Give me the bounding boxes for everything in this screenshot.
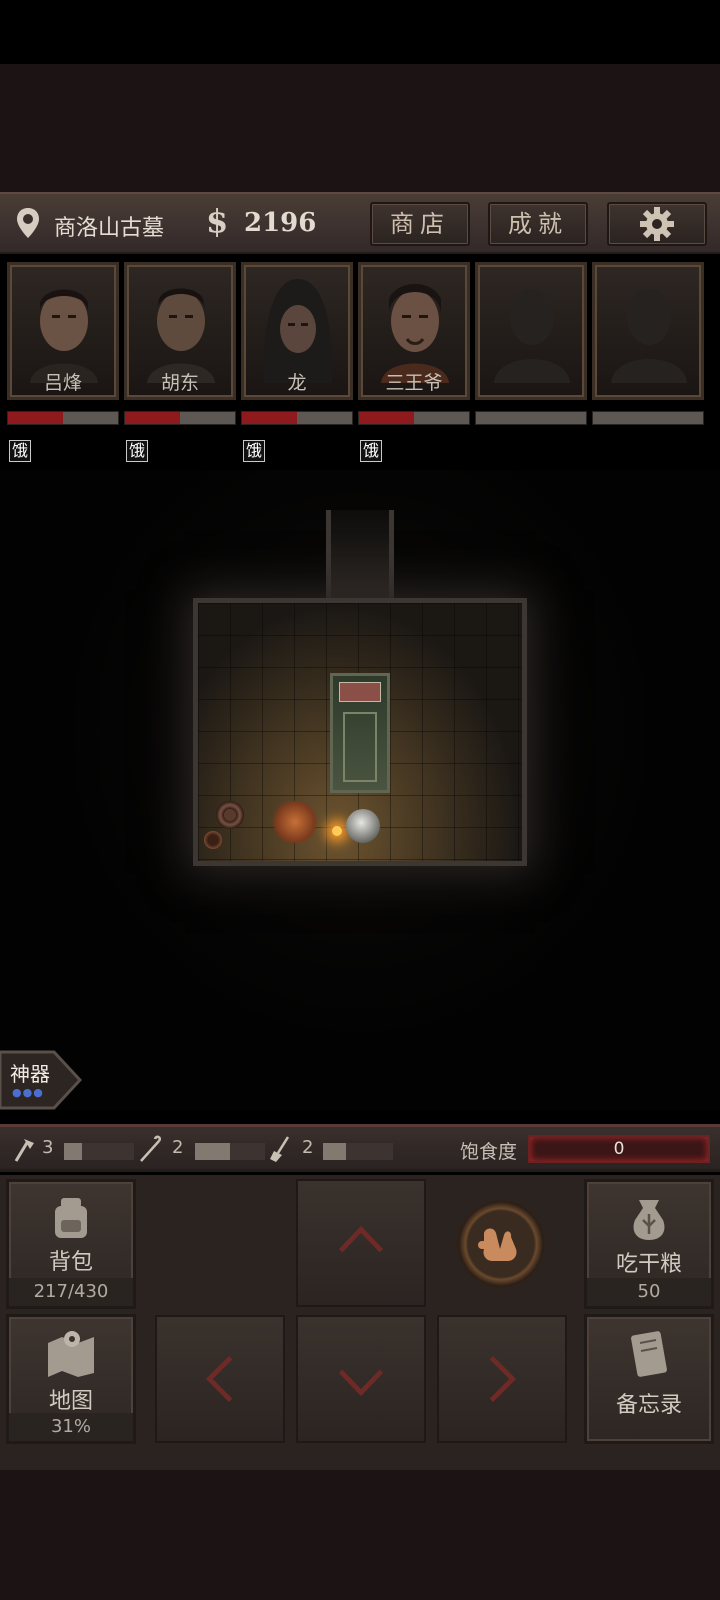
memo-button[interactable]: 备忘录 [584,1314,714,1444]
health-fill [242,412,297,424]
coffin-lid [339,682,381,702]
bloody-remains[interactable] [270,801,320,843]
backpack-button[interactable]: 背包 217/430 [6,1179,136,1309]
hook-durability-bar [195,1143,265,1160]
tomb-room [193,598,527,866]
backpack-icon [55,1198,87,1238]
gear-icon [640,207,674,241]
money-icon: $ [206,202,229,240]
hunger-status-badge: 饿 [243,440,266,462]
party-member-card[interactable]: 胡东 [124,262,236,400]
axe-durability-fill [64,1143,82,1160]
health-bar [358,411,470,425]
map-icon [48,1331,94,1377]
coffin[interactable] [330,673,390,793]
map-button[interactable]: 地图 31% [6,1314,136,1444]
hunger-status-badge: 饿 [360,440,383,462]
empty-party-slot[interactable] [592,262,704,400]
party-member-card[interactable]: 龙 [241,262,353,400]
hunger-status-badge: 饿 [9,440,32,462]
top-bar: 商洛山古墓 $ 2196 商店 成就 [0,192,720,254]
map-explored-percent: 31% [9,1413,133,1441]
bottom-backdrop [0,1470,720,1600]
health-bar [475,411,587,425]
artifact-label: 神器 [10,1062,50,1086]
arrow-up-icon [338,1225,384,1253]
memo-label: 备忘录 [615,1393,682,1418]
party-portraits: 吕烽 胡东 龙 三王爷 饿 饿 饿 饿 [0,262,720,462]
move-right-button[interactable] [437,1315,567,1443]
empty-party-slot[interactable] [475,262,587,400]
rations-count: 50 [587,1278,711,1306]
eat-rations-button[interactable]: 吃干粮 50 [584,1179,714,1309]
shovel-icon [270,1136,290,1162]
hunger-status-badge: 饿 [126,440,149,462]
clay-pot[interactable] [216,801,244,829]
backpack-label: 背包 [48,1250,93,1275]
hook-icon [140,1135,162,1162]
coffin-carving [343,712,377,782]
party-member-name: 三王爷 [385,372,443,394]
tool-status-bar: 3 2 2 饱食度 0 [0,1124,720,1172]
money-value: 2196 [244,208,317,238]
arrow-down-icon [338,1369,384,1397]
backpack-capacity: 217/430 [9,1278,133,1306]
health-fill [8,412,63,424]
silhouette-icon [494,289,570,383]
arrow-right-icon [489,1355,517,1403]
eat-rations-label: 吃干粮 [615,1252,682,1277]
hook-durability-fill [195,1143,230,1160]
axe-durability-bar [64,1143,134,1160]
party-member-name: 龙 [287,372,307,394]
map-label: 地图 [48,1389,93,1414]
health-bar [7,411,119,425]
achievements-button[interactable]: 成就 [488,202,588,246]
artifact-charge-dots: ●●● [12,1086,44,1099]
axe-icon [14,1139,34,1162]
dungeon-map-view[interactable] [0,470,720,1110]
location-pin-icon [17,208,39,238]
hook-count: 2 [172,1137,184,1158]
health-bar [592,411,704,425]
control-panel: 背包 217/430 地图 31% 吃干粮 50 备忘录 [0,1175,720,1470]
party-member-card[interactable]: 吕烽 [7,262,119,400]
shovel-count: 2 [302,1137,314,1158]
move-down-button[interactable] [296,1315,426,1443]
grain-sack-icon [633,1200,665,1240]
silhouette-icon [611,289,687,383]
health-bar [241,411,353,425]
location-name: 商洛山古墓 [54,216,165,241]
interact-button[interactable] [456,1199,546,1289]
corridor [326,510,394,602]
party-member-name: 胡东 [160,372,199,394]
portrait-face [263,279,333,383]
satiety-label: 饱食度 [460,1141,518,1163]
portrait-face [30,289,98,383]
settings-button[interactable] [607,202,707,246]
notebook-icon [631,1331,667,1377]
party-member-card[interactable]: 三王爷 [358,262,470,400]
party-member-name: 吕烽 [43,372,82,394]
artifact-tab[interactable]: 神器 ●●● [0,1050,82,1110]
player-character [346,809,380,843]
shovel-durability-fill [323,1143,347,1160]
clay-pot[interactable] [204,831,222,849]
axe-count: 3 [42,1137,54,1158]
move-up-button[interactable] [296,1179,426,1307]
top-backdrop [0,64,720,192]
shop-button[interactable]: 商店 [370,202,470,246]
satiety-bar: 0 [528,1135,710,1163]
shovel-durability-bar [323,1143,393,1160]
status-bar-area [0,0,720,64]
health-fill [125,412,180,424]
move-left-button[interactable] [155,1315,285,1443]
health-bar [124,411,236,425]
hand-icon [478,1228,517,1261]
portrait-face [381,284,449,383]
portrait-face [147,288,215,383]
torch-light [332,826,342,836]
arrow-left-icon [205,1355,233,1403]
health-fill [359,412,414,424]
